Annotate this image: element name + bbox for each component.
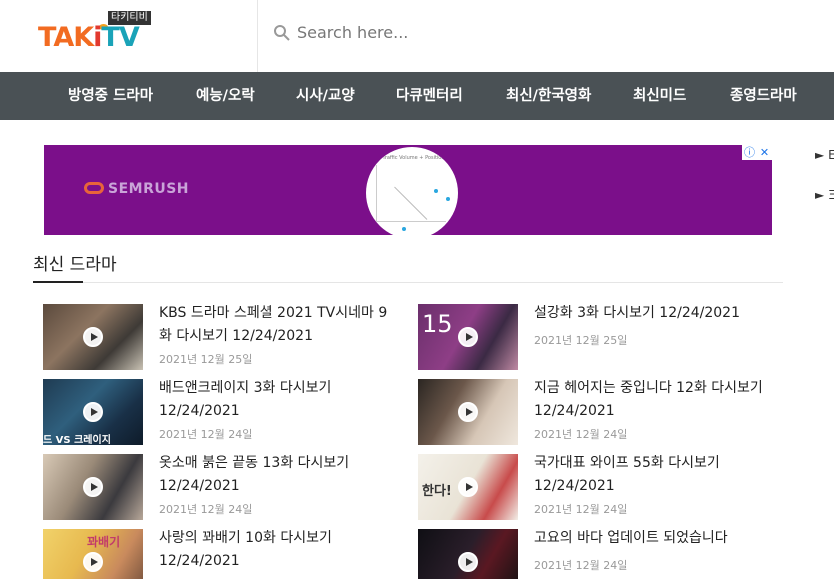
- thumb-label: 한다!: [422, 484, 452, 499]
- ad-controls: ⓘ ✕: [742, 145, 772, 160]
- play-icon[interactable]: [458, 552, 478, 572]
- post-thumbnail[interactable]: [418, 529, 518, 579]
- info-icon[interactable]: ⓘ: [742, 145, 757, 160]
- nav-item-ended-drama[interactable]: 종영드라마: [730, 72, 797, 120]
- ad-chart-point: [402, 227, 406, 231]
- sidebar-item[interactable]: ► Ξ: [815, 185, 834, 205]
- post-item[interactable]: 드 VS 크레이지 배드앤크레이지 3화 다시보기 12/24/2021 202…: [43, 379, 403, 449]
- post-item[interactable]: 고요의 바다 업데이트 되었습니다 2021년 12월 24일: [418, 529, 778, 579]
- section-divider: [33, 281, 783, 283]
- nav-item-us-drama[interactable]: 최신미드: [633, 72, 686, 120]
- post-item[interactable]: 옷소매 붉은 끝동 13화 다시보기 12/24/2021 2021년 12월 …: [43, 454, 403, 524]
- thumb-label: 꽈배기: [87, 535, 121, 549]
- post-title[interactable]: 배드앤크레이지 3화 다시보기 12/24/2021: [159, 377, 399, 423]
- thumb-label: 15: [422, 310, 453, 338]
- search-input[interactable]: [297, 18, 797, 46]
- ad-brand-text: SEMRUSH: [108, 181, 190, 197]
- post-title[interactable]: KBS 드라마 스페셜 2021 TV시네마 9화 다시보기 12/24/202…: [159, 302, 399, 348]
- ad-chart-line: [394, 186, 428, 220]
- ad-chart-axis-x: [376, 221, 446, 222]
- play-icon[interactable]: [83, 552, 103, 572]
- logo-text-tv: TV: [101, 22, 139, 53]
- post-thumbnail[interactable]: 한다!: [418, 454, 518, 520]
- post-title[interactable]: 옷소매 붉은 끝동 13화 다시보기 12/24/2021: [159, 452, 399, 498]
- play-icon[interactable]: [458, 477, 478, 497]
- post-item[interactable]: 꽈배기 사랑의 꽈배기 10화 다시보기 12/24/2021: [43, 529, 403, 579]
- post-item[interactable]: 지금 헤어지는 중입니다 12화 다시보기 12/24/2021 2021년 1…: [418, 379, 778, 449]
- post-thumbnail[interactable]: 15: [418, 304, 518, 370]
- section-accent: [33, 281, 83, 283]
- sidebar-item-text: Е: [828, 148, 834, 162]
- ad-brand: SEMRUSH: [84, 181, 189, 197]
- play-icon[interactable]: [458, 327, 478, 347]
- play-icon[interactable]: [458, 402, 478, 422]
- post-date: 2021년 12월 25일: [534, 334, 628, 347]
- close-icon[interactable]: ✕: [757, 145, 772, 160]
- post-date: 2021년 12월 24일: [534, 503, 628, 516]
- bullet-icon: ►: [815, 188, 825, 202]
- play-icon[interactable]: [83, 402, 103, 422]
- sidebar-item-text: Ξ: [828, 188, 834, 202]
- site-logo[interactable]: 타키티비 TAKiTV: [38, 11, 158, 57]
- sidebar-list: ► Е ► Ξ: [815, 145, 834, 205]
- post-item[interactable]: KBS 드라마 스페셜 2021 TV시네마 9화 다시보기 12/24/202…: [43, 304, 403, 374]
- post-date: 2021년 12월 24일: [159, 503, 253, 516]
- post-thumbnail[interactable]: [418, 379, 518, 445]
- nav-item-documentary[interactable]: 다큐멘터리: [396, 72, 463, 120]
- search-bar: [259, 0, 834, 72]
- ad-chart-point: [446, 197, 450, 201]
- post-thumbnail[interactable]: 꽈배기: [43, 529, 143, 579]
- ad-chart-axis-y: [376, 165, 377, 221]
- play-icon[interactable]: [83, 327, 103, 347]
- post-thumbnail[interactable]: [43, 304, 143, 370]
- nav-item-korean-movies[interactable]: 최신/한국영화: [506, 72, 591, 120]
- main-nav: 방영중 드라마 예능/오락 시사/교양 다큐멘터리 최신/한국영화 최신미드 종…: [0, 72, 834, 120]
- play-icon[interactable]: [83, 477, 103, 497]
- nav-item-variety[interactable]: 예능/오락: [196, 72, 255, 120]
- post-title[interactable]: 사랑의 꽈배기 10화 다시보기 12/24/2021: [159, 527, 399, 573]
- sidebar-item[interactable]: ► Е: [815, 145, 834, 165]
- logo-area: 타키티비 TAKiTV: [0, 0, 258, 72]
- site-header: 타키티비 TAKiTV: [0, 0, 834, 72]
- logo-wordmark: TAKiTV: [38, 22, 140, 53]
- post-title[interactable]: 국가대표 와이프 55화 다시보기 12/24/2021: [534, 452, 774, 498]
- semrush-logo-icon: [84, 182, 104, 194]
- post-date: 2021년 12월 24일: [534, 559, 628, 572]
- nav-item-current-affairs[interactable]: 시사/교양: [296, 72, 355, 120]
- thumb-label: 드 VS 크레이지: [43, 435, 111, 445]
- ad-chart-caption: New Traffic Volume + Position: [370, 155, 445, 161]
- logo-text-tak: TAK: [38, 22, 94, 53]
- post-date: 2021년 12월 24일: [159, 428, 253, 441]
- bullet-icon: ►: [815, 148, 825, 162]
- search-icon[interactable]: [273, 24, 291, 42]
- post-title[interactable]: 지금 헤어지는 중입니다 12화 다시보기 12/24/2021: [534, 377, 774, 423]
- post-title[interactable]: 고요의 바다 업데이트 되었습니다: [534, 527, 774, 550]
- ad-chart-point: [434, 189, 438, 193]
- post-item[interactable]: 15 설강화 3화 다시보기 12/24/2021 2021년 12월 25일: [418, 304, 778, 374]
- post-thumbnail[interactable]: 드 VS 크레이지: [43, 379, 143, 445]
- nav-item-airing-drama[interactable]: 방영중 드라마: [68, 72, 153, 120]
- post-thumbnail[interactable]: [43, 454, 143, 520]
- ad-banner[interactable]: SEMRUSH New Traffic Volume + Position ⓘ …: [44, 145, 772, 235]
- post-title[interactable]: 설강화 3화 다시보기 12/24/2021: [534, 302, 774, 325]
- section-title: 최신 드라마: [33, 255, 117, 275]
- post-date: 2021년 12월 25일: [159, 353, 253, 366]
- ad-chart-circle: New Traffic Volume + Position: [366, 147, 458, 235]
- post-item[interactable]: 한다! 국가대표 와이프 55화 다시보기 12/24/2021 2021년 1…: [418, 454, 778, 524]
- post-date: 2021년 12월 24일: [534, 428, 628, 441]
